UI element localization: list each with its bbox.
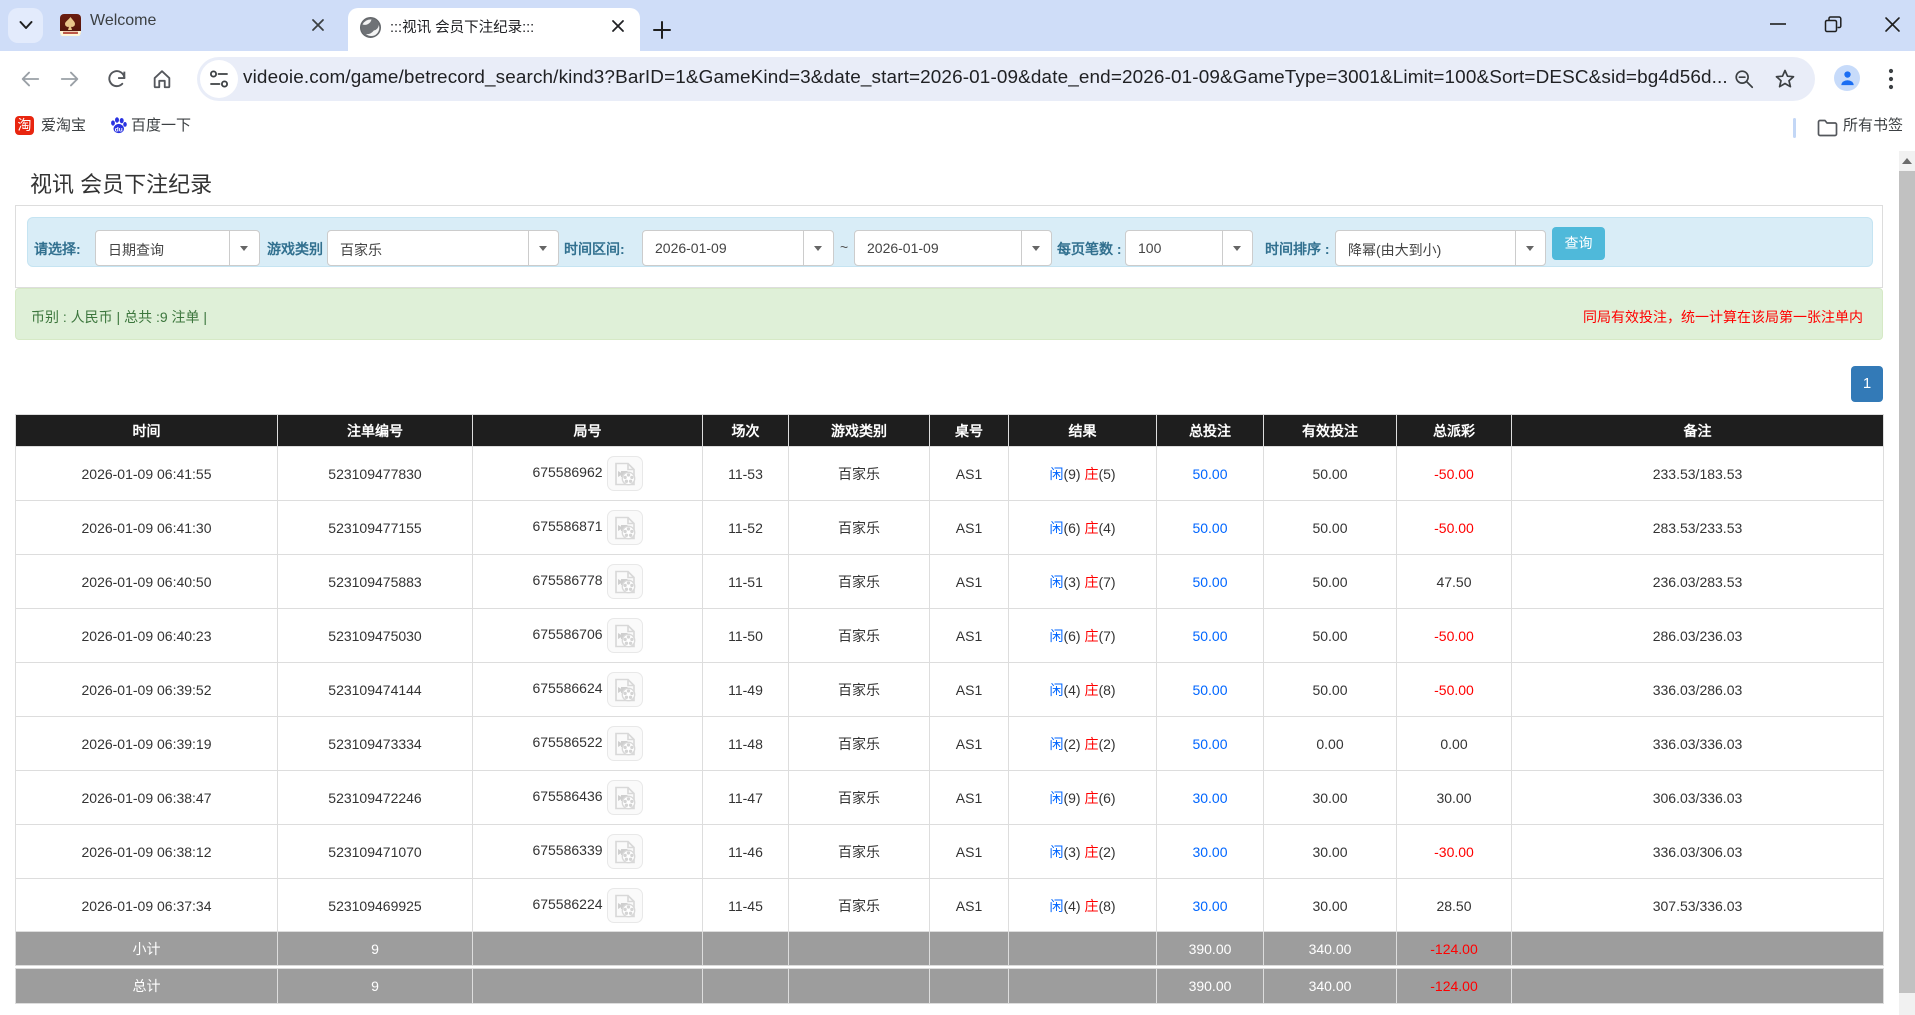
svg-text:du: du xyxy=(115,126,123,133)
